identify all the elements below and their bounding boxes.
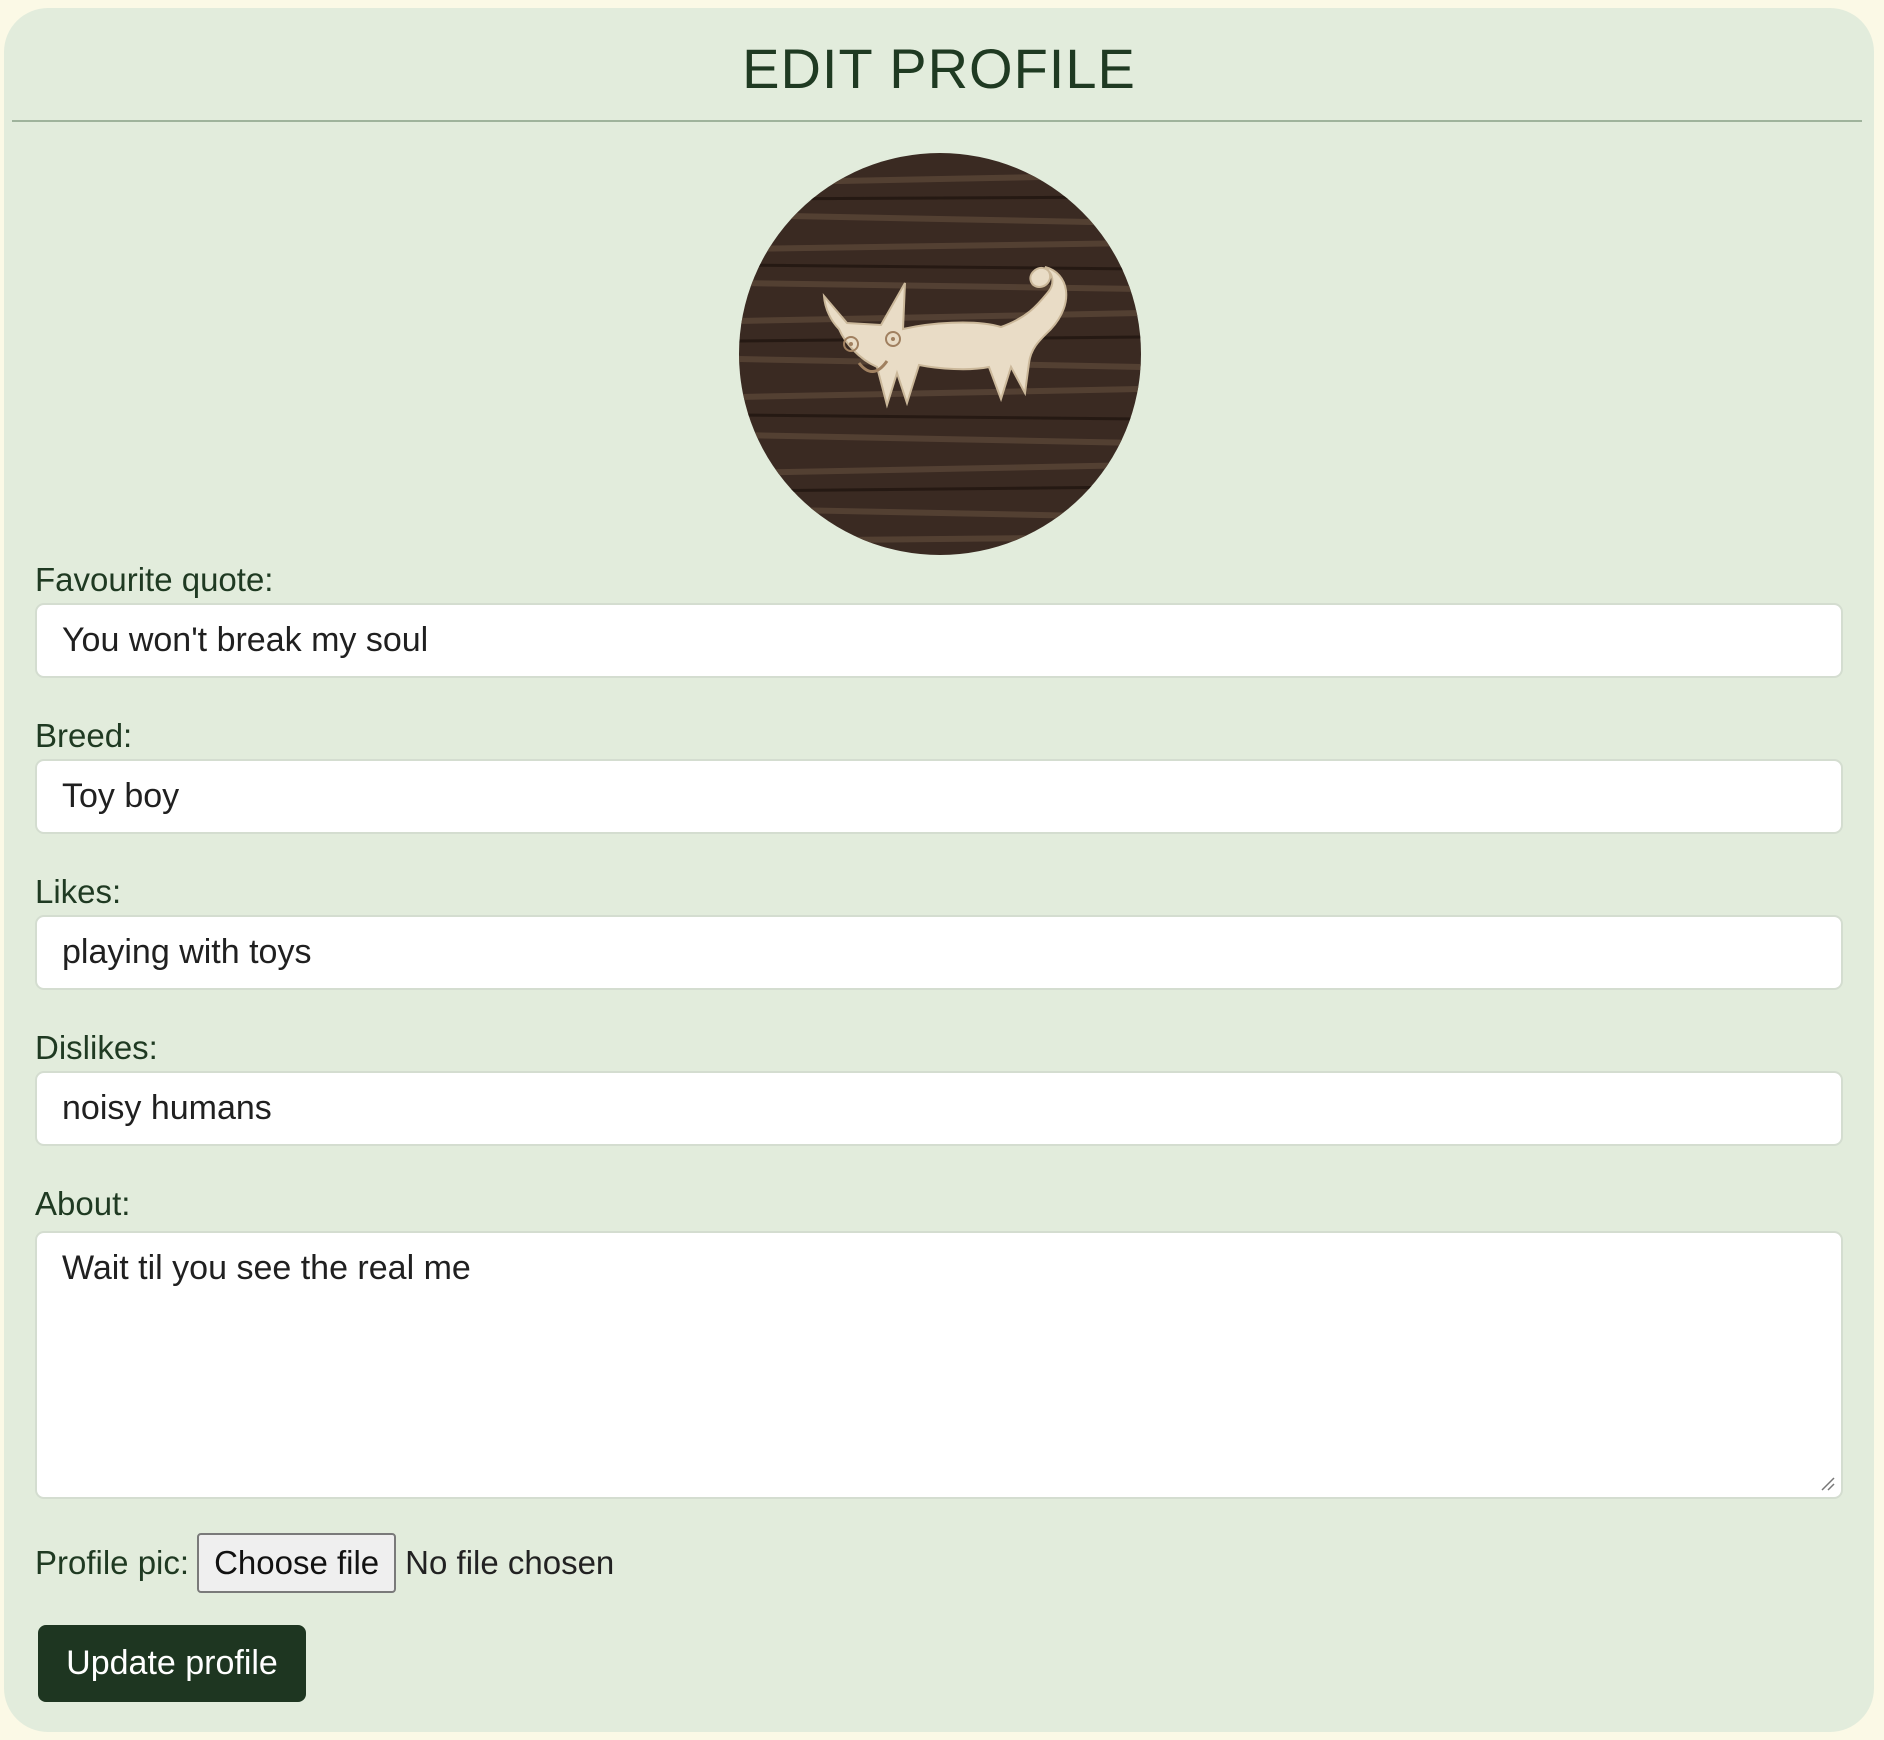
quote-input[interactable]: You won't break my soul xyxy=(35,603,1843,678)
page-title: EDIT PROFILE xyxy=(742,37,1136,100)
avatar xyxy=(739,153,1141,555)
likes-input[interactable]: playing with toys xyxy=(35,915,1843,990)
about-textarea[interactable]: Wait til you see the real me xyxy=(35,1231,1843,1499)
about-textarea-value: Wait til you see the real me xyxy=(62,1249,471,1287)
file-status: No file chosen xyxy=(405,1544,615,1581)
cat-avatar-icon xyxy=(739,153,1141,555)
about-label: About: xyxy=(35,1185,131,1222)
dislikes-input-value: noisy humans xyxy=(62,1089,272,1127)
likes-label: Likes: xyxy=(35,873,122,910)
profile-pic-row: Profile pic: Choose file No file chosen xyxy=(35,1533,614,1593)
profile-pic-label: Profile pic: xyxy=(35,1544,190,1581)
breed-label: Breed: xyxy=(35,717,133,754)
breed-input[interactable]: Toy boy xyxy=(35,759,1843,834)
resize-grip-icon[interactable] xyxy=(1819,1475,1835,1491)
quote-label: Favourite quote: xyxy=(35,561,274,598)
likes-input-value: playing with toys xyxy=(62,933,312,971)
choose-file-button[interactable]: Choose file xyxy=(197,1533,397,1593)
edit-profile-card: EDIT PROFILE Favourite quote: You won't … xyxy=(4,8,1874,1732)
dislikes-label: Dislikes: xyxy=(35,1029,158,1066)
title-divider xyxy=(12,120,1862,122)
dislikes-input[interactable]: noisy humans xyxy=(35,1071,1843,1146)
quote-input-value: You won't break my soul xyxy=(62,621,429,659)
update-profile-button[interactable]: Update profile xyxy=(38,1625,306,1702)
breed-input-value: Toy boy xyxy=(62,777,180,815)
